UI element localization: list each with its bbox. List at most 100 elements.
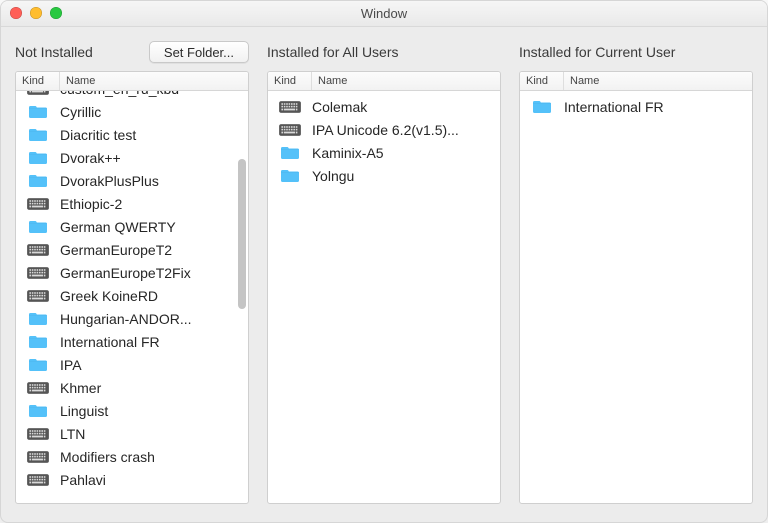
close-window-button[interactable] — [10, 7, 22, 19]
list-item[interactable]: International FR — [520, 95, 752, 118]
list-item[interactable]: Colemak — [268, 95, 500, 118]
scrollbar-thumb[interactable] — [238, 159, 246, 309]
column-name[interactable]: Name — [564, 72, 752, 90]
item-name: Greek KoineRD — [60, 288, 244, 304]
kind-cell — [16, 403, 60, 418]
kind-cell — [16, 104, 60, 119]
list-item[interactable]: Yolngu — [268, 164, 500, 187]
list-item[interactable]: DvorakPlusPlus — [16, 169, 248, 192]
kind-cell — [16, 219, 60, 234]
column-name[interactable]: Name — [60, 72, 248, 90]
keyboard-icon — [279, 101, 301, 113]
list-item[interactable]: LTN — [16, 422, 248, 445]
list-item[interactable]: German QWERTY — [16, 215, 248, 238]
list-item[interactable]: Diacritic test — [16, 123, 248, 146]
item-name: DvorakPlusPlus — [60, 173, 244, 189]
list-all-users[interactable]: Kind Name Colemak IPA Unicode 6.2(v1.5)..… — [267, 71, 501, 504]
kind-cell — [16, 334, 60, 349]
column-name[interactable]: Name — [312, 72, 500, 90]
folder-icon — [532, 99, 552, 114]
list-item[interactable]: IPA Unicode 6.2(v1.5)... — [268, 118, 500, 141]
kind-cell — [16, 150, 60, 165]
item-name: Hungarian-ANDOR... — [60, 311, 244, 327]
kind-cell — [16, 357, 60, 372]
kind-cell — [16, 382, 60, 394]
kind-cell — [268, 124, 312, 136]
item-name: International FR — [60, 334, 244, 350]
pane-title-all-users: Installed for All Users — [267, 44, 399, 60]
folder-icon — [28, 334, 48, 349]
list-item[interactable]: Dvorak++ — [16, 146, 248, 169]
folder-icon — [28, 127, 48, 142]
list-item[interactable]: Khmer — [16, 376, 248, 399]
item-name: IPA — [60, 357, 244, 373]
list-item[interactable]: Modifiers crash — [16, 445, 248, 468]
kind-cell — [16, 451, 60, 463]
item-name: German QWERTY — [60, 219, 244, 235]
list-item[interactable]: Cyrillic — [16, 100, 248, 123]
kind-cell — [16, 198, 60, 210]
kind-cell — [268, 145, 312, 160]
folder-icon — [280, 145, 300, 160]
kind-cell — [16, 267, 60, 279]
keyboard-icon — [27, 428, 49, 440]
kind-cell — [520, 99, 564, 114]
content-area: Not Installed Set Folder... Kind Name cu… — [1, 27, 767, 522]
list-item[interactable]: Pahlavi — [16, 468, 248, 491]
kind-cell — [16, 474, 60, 486]
keyboard-icon — [27, 198, 49, 210]
column-kind[interactable]: Kind — [268, 72, 312, 90]
zoom-window-button[interactable] — [50, 7, 62, 19]
column-kind[interactable]: Kind — [520, 72, 564, 90]
pane-title-current-user: Installed for Current User — [519, 44, 675, 60]
titlebar[interactable]: Window — [1, 1, 767, 27]
keyboard-icon — [27, 267, 49, 279]
item-name: Khmer — [60, 380, 244, 396]
list-current-user[interactable]: Kind Name International FR — [519, 71, 753, 504]
folder-icon — [28, 173, 48, 188]
item-name: Dvorak++ — [60, 150, 244, 166]
folder-icon — [28, 311, 48, 326]
kind-cell — [16, 428, 60, 440]
item-name: IPA Unicode 6.2(v1.5)... — [312, 122, 496, 138]
item-name: LTN — [60, 426, 244, 442]
column-header[interactable]: Kind Name — [268, 72, 500, 91]
list-item[interactable]: Kaminix-A5 — [268, 141, 500, 164]
column-header[interactable]: Kind Name — [16, 72, 248, 91]
item-name: Diacritic test — [60, 127, 244, 143]
item-name: Kaminix-A5 — [312, 145, 496, 161]
folder-icon — [28, 150, 48, 165]
list-item[interactable]: Hungarian-ANDOR... — [16, 307, 248, 330]
folder-icon — [280, 168, 300, 183]
keyboard-icon — [27, 290, 49, 302]
item-name: Pahlavi — [60, 472, 244, 488]
kind-cell — [16, 91, 60, 95]
item-name: custom_en_ru_kbd — [60, 91, 244, 97]
item-name: GermanEuropeT2 — [60, 242, 244, 258]
set-folder-button[interactable]: Set Folder... — [149, 41, 249, 63]
keyboard-icon — [27, 382, 49, 394]
list-item[interactable]: custom_en_ru_kbd — [16, 91, 248, 100]
folder-icon — [28, 219, 48, 234]
item-name: Ethiopic-2 — [60, 196, 244, 212]
list-item[interactable]: Greek KoineRD — [16, 284, 248, 307]
list-item[interactable]: GermanEuropeT2Fix — [16, 261, 248, 284]
list-item[interactable]: GermanEuropeT2 — [16, 238, 248, 261]
item-name: GermanEuropeT2Fix — [60, 265, 244, 281]
column-header[interactable]: Kind Name — [520, 72, 752, 91]
keyboard-icon — [279, 124, 301, 136]
list-item[interactable]: International FR — [16, 330, 248, 353]
column-kind[interactable]: Kind — [16, 72, 60, 90]
pane-title-not-installed: Not Installed — [15, 44, 93, 60]
minimize-window-button[interactable] — [30, 7, 42, 19]
list-not-installed[interactable]: Kind Name custom_en_ru_kbd Cyrillic Diacri… — [15, 71, 249, 504]
item-name: Colemak — [312, 99, 496, 115]
kind-cell — [16, 244, 60, 256]
scrollbar[interactable] — [237, 91, 246, 503]
folder-icon — [28, 403, 48, 418]
keyboard-icon — [27, 244, 49, 256]
list-item[interactable]: Linguist — [16, 399, 248, 422]
list-item[interactable]: Ethiopic-2 — [16, 192, 248, 215]
folder-icon — [28, 104, 48, 119]
list-item[interactable]: IPA — [16, 353, 248, 376]
